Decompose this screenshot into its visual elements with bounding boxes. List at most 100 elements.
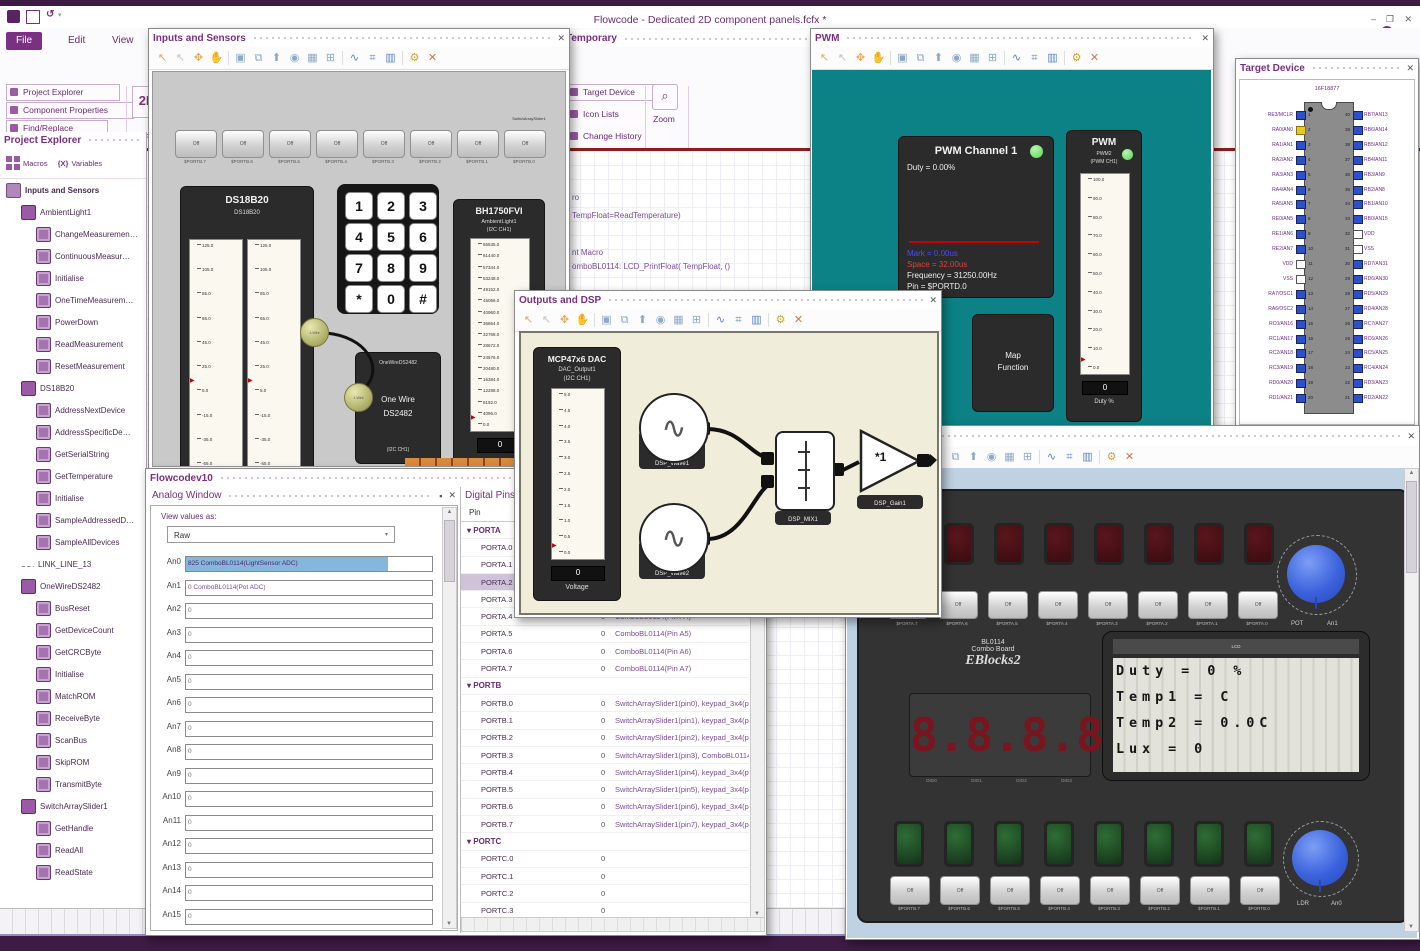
pwm-meter-component[interactable]: PWM PWM2 (PWM CH1) 100.0 90.0 80.0 70.0 60.0…	[1066, 130, 1142, 422]
pin-2[interactable]	[1296, 125, 1306, 135]
switch-porta5[interactable]: Off	[988, 591, 1028, 619]
digital-pin-row[interactable]: PORTB.3 0 SwitchArraySlider1(pin3), ComboB…	[461, 747, 749, 765]
switch-portb1[interactable]: Off	[457, 130, 499, 158]
pin-22[interactable]	[1353, 379, 1363, 389]
tree-item[interactable]: ReadMeasurement	[0, 333, 146, 355]
digital-pin-row[interactable]: PORTB.1 0 SwitchArraySlider1(pin1), keypad…	[461, 712, 749, 730]
map-function-component[interactable]: Map Function	[972, 314, 1054, 412]
select-icon[interactable]: ↖	[817, 51, 832, 66]
export-icon[interactable]: ⬆	[635, 313, 650, 328]
digital-pin-row[interactable]: PORTB.5 0 SwitchArraySlider1(pin5), keypad…	[461, 781, 749, 799]
macros-label[interactable]: Macros	[23, 159, 48, 168]
pin-39[interactable]	[1353, 125, 1363, 135]
tree-item[interactable]: ContinuousMeasur…	[0, 245, 146, 267]
tree-item[interactable]: Initialise	[0, 663, 146, 685]
tree-item[interactable]: SampleAddressedD…	[0, 509, 146, 531]
pin-icon[interactable]: ▪	[439, 491, 442, 501]
scroll-thumb[interactable]	[1406, 481, 1417, 573]
tree-item[interactable]: LINK_LINE_13	[0, 553, 146, 575]
tree-item[interactable]: AddressSpecificDe…	[0, 421, 146, 443]
tab-edit[interactable]: Edit	[58, 32, 95, 50]
pin-7[interactable]	[1296, 200, 1306, 210]
snapshot-icon[interactable]: ◉	[949, 51, 964, 66]
analog-field-an1[interactable]: 0 ComboBL0114(Pot ADC)	[185, 579, 433, 596]
pwm-window-titlebar[interactable]: PWM ✕	[811, 29, 1213, 47]
pin-9[interactable]	[1296, 230, 1306, 240]
pan-icon[interactable]: ✥	[557, 313, 572, 328]
data-recorder-icon[interactable]: ▥	[1080, 450, 1095, 465]
switch-porta4[interactable]: Off	[1038, 591, 1078, 619]
pin-13[interactable]	[1296, 289, 1306, 299]
digital-pin-row[interactable]: PORTC.3 0	[461, 903, 749, 916]
switch-porta1[interactable]: Off	[1188, 591, 1228, 619]
digital-pin-row[interactable]: PORTA.7 0 ComboBL0114(Pin A7)	[461, 660, 749, 678]
pin-1[interactable]	[1296, 111, 1306, 120]
tree-item[interactable]: OneWireDS2482	[0, 575, 146, 597]
clone-icon[interactable]: ⧉	[251, 51, 266, 66]
switch-porta3[interactable]: Off	[1088, 591, 1128, 619]
dsp-canvas[interactable]: MCP47x6 DAC DAC_Output1 (I2C CH1) 5.0 4.5…	[519, 331, 939, 615]
tree-item[interactable]: OneTimeMeasurem…	[0, 289, 146, 311]
configure-icon[interactable]: ⚙	[773, 313, 788, 328]
eblocks-vscrollbar[interactable]: ▲ ▼	[1404, 468, 1419, 932]
pin-6[interactable]	[1296, 185, 1306, 195]
digital-pin-row[interactable]: PORTB.0 0 SwitchArraySlider1(pin0), keypad…	[461, 695, 749, 713]
pin-16[interactable]	[1296, 334, 1306, 344]
switch-portb4[interactable]: Off	[316, 130, 358, 158]
pin-36[interactable]	[1353, 170, 1363, 180]
oscilloscope-icon[interactable]: ∿	[713, 313, 728, 328]
tree-item[interactable]: ReadAll	[0, 839, 146, 861]
pan-icon[interactable]: ✥	[853, 51, 868, 66]
tab-view[interactable]: View	[102, 32, 144, 50]
digital-hscrollbar[interactable]	[461, 917, 765, 932]
sine-wave-icon[interactable]: ∿	[639, 393, 709, 463]
quick-access-caret-icon[interactable]: ▾	[58, 10, 62, 22]
tree-item[interactable]: AmbientLight1	[0, 201, 146, 223]
digital-pin-row[interactable]: PORTB.2 0 SwitchArraySlider1(pin2), keypad…	[461, 730, 749, 747]
pin-4[interactable]	[1296, 155, 1306, 165]
console-icon[interactable]: ⌗	[1027, 51, 1042, 66]
new-component-icon[interactable]: ▣	[233, 51, 248, 66]
onewire-port-icon[interactable]: 1-Wire	[300, 318, 329, 347]
console-icon[interactable]: ⌗	[731, 313, 746, 328]
close-icon[interactable]: ✕	[557, 33, 565, 44]
digital-pin-row[interactable]: ▾ PORTC	[461, 833, 749, 851]
new-component-icon[interactable]: ▣	[895, 51, 910, 66]
image-icon[interactable]: ▦	[671, 313, 686, 328]
digital-pin-row[interactable]: PORTB.4 0 SwitchArraySlider1(pin4), keypad…	[461, 764, 749, 782]
target-device-titlebar[interactable]: Target Device ✕	[1236, 59, 1418, 77]
variables-label[interactable]: Variables	[71, 159, 102, 168]
digital-pin-row[interactable]: PORTA.5 0 ComboBL0114(Pin A5)	[461, 626, 749, 644]
variables-icon[interactable]: {X}	[58, 159, 69, 168]
switch-portb2[interactable]: Off	[1140, 876, 1180, 905]
tree-item[interactable]: SwitchArraySlider1	[0, 795, 146, 817]
export-icon[interactable]: ⬆	[269, 51, 284, 66]
pin-31[interactable]	[1353, 245, 1363, 255]
close-icon[interactable]: ✕	[448, 490, 456, 501]
close-icon[interactable]: ✕	[1406, 63, 1414, 74]
configure-icon[interactable]: ⚙	[1069, 51, 1084, 66]
switch-portb7[interactable]: Off	[175, 130, 217, 158]
analog-field-an10[interactable]: 0	[185, 791, 433, 807]
digital-pin-row[interactable]: PORTB.6 0 SwitchArraySlider1(pin6), keypad…	[461, 799, 749, 817]
switch-portb6[interactable]: Off	[222, 130, 264, 158]
tree-item[interactable]: SampleAllDevices	[0, 531, 146, 553]
pin-25[interactable]	[1353, 334, 1363, 344]
oscilloscope-icon[interactable]: ∿	[347, 51, 362, 66]
switch-porta6[interactable]: Off	[938, 591, 978, 619]
select-add-icon[interactable]: ↖	[539, 313, 554, 328]
restore-button[interactable]: ❐	[1386, 14, 1394, 25]
tree-item[interactable]: GetDeviceCount	[0, 619, 146, 641]
snapshot-icon[interactable]: ◉	[287, 51, 302, 66]
analog-field-an5[interactable]: 0	[185, 673, 433, 690]
scroll-down-icon[interactable]: ▼	[1408, 924, 1414, 930]
dsp-mixer-component[interactable]	[775, 431, 835, 511]
export-icon[interactable]: ⬆	[966, 450, 981, 465]
pin-38[interactable]	[1353, 140, 1363, 150]
pin-21[interactable]	[1353, 394, 1363, 404]
analog-field-an6[interactable]: 0	[185, 697, 433, 713]
tree-item[interactable]: GetHandle	[0, 817, 146, 839]
delete-icon[interactable]: ✕	[1122, 450, 1137, 465]
analog-field-an11[interactable]: 0	[185, 814, 433, 831]
switch-porta0[interactable]: Off	[1238, 591, 1278, 619]
